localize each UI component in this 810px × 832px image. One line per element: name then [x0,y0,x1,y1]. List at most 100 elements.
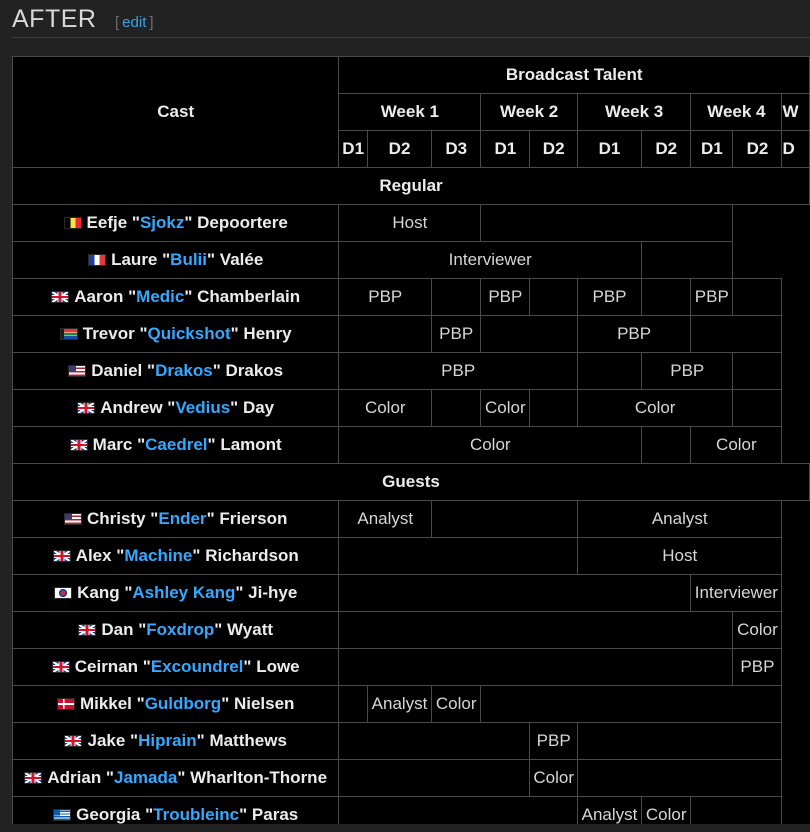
role-cell: Color [641,796,692,824]
talent-table-body: Regular Eefje "Sjokz" Depoortere Host Laure… [12,167,810,824]
cast-member-cell: Daniel "Drakos" Drakos [12,352,340,390]
uk-flag-icon [24,772,43,784]
cast-nickname-link[interactable]: Vedius [175,398,230,417]
role-cell: PBP [338,352,578,390]
uk-flag-icon [69,439,88,451]
cast-last-name: " Paras [239,805,299,824]
cast-nickname-link[interactable]: Guldborg [145,694,221,713]
empty-cell [338,722,531,760]
day-header: D1 [576,130,643,168]
role-cell: PBP [431,315,482,353]
cast-last-name: " Valée [207,250,264,269]
role-cell: Analyst [338,500,433,538]
role-cell: Host [338,204,482,242]
section-label: Regular [12,167,810,205]
section-row: Regular [12,167,810,205]
section-label: Guests [12,463,810,501]
broadcast-talent-header: Broadcast Talent [338,56,810,94]
cast-first-name: Aaron " [74,287,137,306]
cast-member-cell: Mikkel "Guldborg" Nielsen [12,685,340,723]
day-header: D1 [480,130,531,168]
edit-link[interactable]: edit [119,14,149,31]
talent-row: Kang "Ashley Kang" Ji-hye Interviewer [12,574,810,612]
day-header: D3 [431,130,482,168]
cast-nickname-link[interactable]: Sjokz [140,213,184,232]
cast-first-name: Christy " [87,509,159,528]
day-header: D2 [366,130,433,168]
role-cell: Color [431,685,482,723]
empty-cell [338,537,578,575]
talent-row: Marc "Caedrel" Lamont Color Color [12,426,810,464]
cast-last-name: " Day [230,398,275,417]
cast-nickname-link[interactable]: Machine [124,546,192,565]
cast-last-name: " Richardson [192,546,299,565]
day-header: D2 [529,130,578,168]
role-cell: PBP [576,278,643,316]
france-flag-icon [88,254,107,266]
uk-flag-icon [78,624,97,636]
edit-bracket-close: ] [149,14,154,31]
cast-last-name: " Ji-hye [235,583,298,602]
role-cell: Interviewer [338,241,643,279]
cast-last-name: " Wharlton-Thorne [177,768,328,787]
cast-nickname-link[interactable]: Quickshot [148,324,231,343]
cast-nickname-link[interactable]: Hiprain [138,731,197,750]
empty-cell [641,278,692,316]
talent-row: Laure "Bulii" Valée Interviewer [12,241,810,279]
day-header: D [781,130,810,168]
role-cell: PBP [641,352,734,390]
cast-first-name: Alex " [75,546,125,565]
talent-row: Jake "Hiprain" Matthews PBP [12,722,810,760]
empty-cell [732,352,783,390]
cast-nickname-link[interactable]: Drakos [155,361,213,380]
cast-nickname-link[interactable]: Bulii [170,250,207,269]
uk-flag-icon [51,291,70,303]
empty-cell [732,278,783,316]
empty-cell [338,759,531,797]
cast-nickname-link[interactable]: Foxdrop [146,620,214,639]
role-cell: Analyst [576,500,783,538]
cast-last-name: " Wyatt [214,620,274,639]
section-row: Guests [12,463,810,501]
cast-nickname-link[interactable]: Ashley Kang [132,583,235,602]
cast-first-name: Dan " [101,620,147,639]
cast-nickname-link[interactable]: Jamada [114,768,177,787]
empty-cell [690,796,783,824]
empty-cell [641,241,734,279]
cast-first-name: Laure " [111,250,171,269]
role-cell: Host [576,537,783,575]
cast-nickname-link[interactable]: Medic [136,287,184,306]
empty-cell [480,315,578,353]
role-cell: Color [576,389,734,427]
talent-row: Trevor "Quickshot" Henry PBP PBP [12,315,810,353]
cast-last-name: " Chamberlain [184,287,301,306]
cast-first-name: Kang " [77,583,133,602]
denmark-flag-icon [56,698,75,710]
role-cell: Color [529,759,578,797]
role-cell: Color [338,389,433,427]
empty-cell [576,352,643,390]
role-cell: PBP [338,278,433,316]
cast-nickname-link[interactable]: Ender [158,509,206,528]
talent-row: Christy "Ender" Frierson Analyst Analyst [12,500,810,538]
cast-first-name: Adrian " [47,768,114,787]
empty-cell [732,389,783,427]
cast-nickname-link[interactable]: Troubleinc [153,805,239,824]
talent-row: Aaron "Medic" Chamberlain PBP PBP PBP PBP [12,278,810,316]
cast-first-name: Andrew " [100,398,176,417]
empty-cell [338,315,433,353]
day-header: D2 [732,130,783,168]
empty-cell [690,315,783,353]
talent-row: Georgia "Troubleinc" Paras Analyst Color [12,796,810,824]
cast-member-cell: Adrian "Jamada" Wharlton-Thorne [12,759,340,797]
cast-nickname-link[interactable]: Caedrel [145,435,207,454]
cast-nickname-link[interactable]: Excoundrel [151,657,244,676]
empty-cell [641,426,692,464]
cast-first-name: Marc " [92,435,146,454]
role-cell: PBP [576,315,692,353]
talent-table-container[interactable]: Cast Broadcast Talent Week 1 Week 2 Week 3… [12,56,810,824]
cast-first-name: Jake " [87,731,139,750]
empty-cell [338,574,692,612]
role-cell: Color [690,426,783,464]
role-cell: PBP [732,648,783,686]
